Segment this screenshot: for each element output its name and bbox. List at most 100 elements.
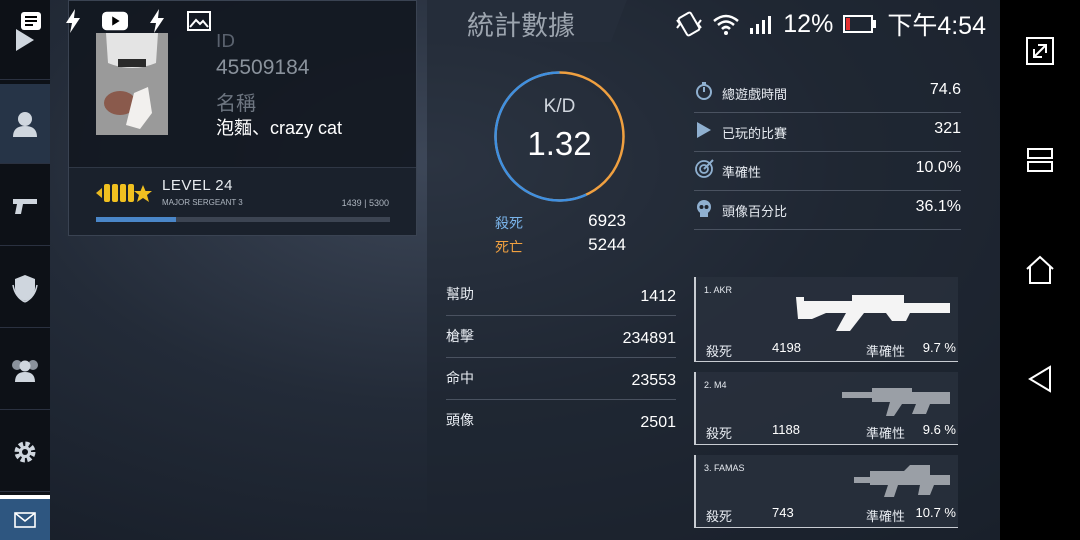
- wifi-icon: [713, 14, 740, 35]
- pistol-icon: [13, 198, 37, 214]
- expand-icon: [1026, 37, 1054, 65]
- kills-value: 1188: [772, 422, 800, 437]
- level-text: LEVEL 24: [162, 177, 233, 194]
- back-icon: [1028, 365, 1051, 393]
- stat-label: 總遊戲時間: [722, 88, 788, 103]
- fullscreen-button[interactable]: [1020, 31, 1060, 71]
- nav-friends[interactable]: [0, 330, 50, 410]
- accuracy-value: 9.6 %: [922, 422, 956, 437]
- detail-label: 幫助: [446, 287, 474, 303]
- rank-name: MAJOR SERGEANT 3: [162, 198, 243, 207]
- weapon-card-m4[interactable]: 2. M4 殺死 1188 準確性 9.6 %: [694, 372, 958, 445]
- game-screen: ID 45509184 名稱 泡麵、crazy cat LEVEL 24 MAJ…: [0, 0, 1080, 540]
- target-icon: [695, 159, 714, 178]
- player-id: 45509184: [216, 56, 310, 79]
- kills-value: 4198: [772, 340, 801, 355]
- detail-label: 頭像: [446, 413, 474, 429]
- rifle-icon: [854, 465, 950, 497]
- split-screen-icon: [1027, 148, 1053, 172]
- weapon-name: 1. AKR: [704, 285, 733, 295]
- skull-icon: [697, 200, 711, 217]
- notification-icon: [18, 8, 44, 34]
- friends-icon: [12, 359, 38, 382]
- stat-row-matches: 已玩的比賽 321: [694, 113, 961, 152]
- split-screen-button[interactable]: [1020, 140, 1060, 180]
- accuracy-value: 10.7 %: [915, 505, 956, 520]
- detail-value: 234891: [622, 330, 676, 347]
- clock: 下午4:54: [887, 12, 986, 40]
- kills-label: 殺死: [706, 510, 733, 525]
- accuracy-value: 9.7 %: [922, 340, 956, 355]
- status-bar: 12% 下午4:54: [0, 0, 1000, 42]
- detail-row-headshots: 頭像 2501: [446, 400, 676, 442]
- nav-settings[interactable]: [0, 412, 50, 492]
- name-label: 名稱: [216, 91, 256, 115]
- gear-icon: [14, 441, 36, 462]
- bolt-icon: [60, 8, 86, 34]
- kills-value: 6923: [588, 211, 626, 230]
- stat-label: 頭像百分比: [722, 205, 788, 220]
- detail-row-hits: 命中 23553: [446, 358, 676, 400]
- stat-value: 74.6: [929, 81, 961, 98]
- profile-icon: [13, 111, 37, 137]
- detail-label: 槍擊: [446, 329, 474, 345]
- detail-row-shots: 槍擊 234891: [446, 316, 676, 358]
- player-name: 泡麵、crazy cat: [216, 118, 343, 138]
- detail-value: 23553: [631, 372, 677, 389]
- rifle-icon: [796, 295, 950, 331]
- level-row: LEVEL 24 MAJOR SERGEANT 3 1439 | 5300: [69, 167, 416, 235]
- avatar[interactable]: [96, 33, 168, 135]
- nav-profile[interactable]: [0, 84, 50, 164]
- kd-value: 1.32: [527, 125, 592, 162]
- stopwatch-icon: [696, 82, 712, 100]
- xp-progress-fill: [96, 217, 176, 222]
- detail-value: 2501: [640, 414, 676, 431]
- home-icon: [1026, 255, 1054, 284]
- accuracy-label: 準確性: [866, 345, 906, 360]
- back-button[interactable]: [1020, 359, 1060, 399]
- stat-label: 準確性: [722, 166, 762, 181]
- battery-percent: 12%: [783, 9, 834, 38]
- weapon-name: 2. M4: [704, 380, 727, 390]
- battery-icon: [843, 15, 877, 33]
- system-nav-bar: [1000, 0, 1080, 540]
- xp-progress-bar: [96, 217, 390, 222]
- nav-clan[interactable]: [0, 248, 50, 328]
- stat-value: 10.0%: [915, 159, 961, 176]
- xp-text: 1439 | 5300: [341, 198, 389, 208]
- stat-row-playtime: 總遊戲時間 74.6: [694, 74, 961, 113]
- weapon-name: 3. FAMAS: [704, 463, 745, 473]
- kd-ring: K/D 1.32: [492, 69, 627, 204]
- accuracy-label: 準確性: [866, 427, 906, 442]
- detail-row-assists: 幫助 1412: [446, 274, 676, 316]
- home-button[interactable]: [1020, 250, 1060, 290]
- kills-value: 743: [772, 505, 794, 520]
- play-icon: [697, 122, 711, 138]
- stat-value: 321: [934, 120, 961, 137]
- kills-label: 殺死: [495, 216, 523, 232]
- stat-label: 已玩的比賽: [722, 127, 788, 142]
- weapon-card-akr[interactable]: 1. AKR 殺死 4198 準確性 9.7 %: [694, 277, 958, 362]
- accuracy-label: 準確性: [866, 510, 906, 525]
- weapon-card-famas[interactable]: 3. FAMAS 殺死 743 準確性 10.7 %: [694, 455, 958, 528]
- detail-value: 1412: [640, 288, 676, 305]
- kd-label: K/D: [543, 96, 576, 117]
- image-icon: [186, 8, 212, 34]
- kills-label: 殺死: [706, 427, 733, 442]
- deaths-label: 死亡: [495, 240, 523, 256]
- signal-icon: [750, 16, 772, 34]
- stat-value: 36.1%: [915, 198, 961, 215]
- nav-weapons[interactable]: [0, 166, 50, 246]
- bolt-icon: [144, 8, 170, 34]
- vibrate-icon: [676, 11, 703, 37]
- mail-icon: [14, 511, 36, 528]
- emblem-icon: [12, 274, 38, 303]
- detail-label: 命中: [446, 371, 474, 387]
- kills-label: 殺死: [706, 345, 733, 360]
- side-nav: [0, 0, 50, 540]
- stat-row-accuracy: 準確性 10.0%: [694, 152, 961, 191]
- nav-mail[interactable]: [0, 495, 50, 540]
- rank-badge-icon: [96, 184, 152, 202]
- stat-row-headshot: 頭像百分比 36.1%: [694, 191, 961, 230]
- rifle-icon: [842, 388, 950, 416]
